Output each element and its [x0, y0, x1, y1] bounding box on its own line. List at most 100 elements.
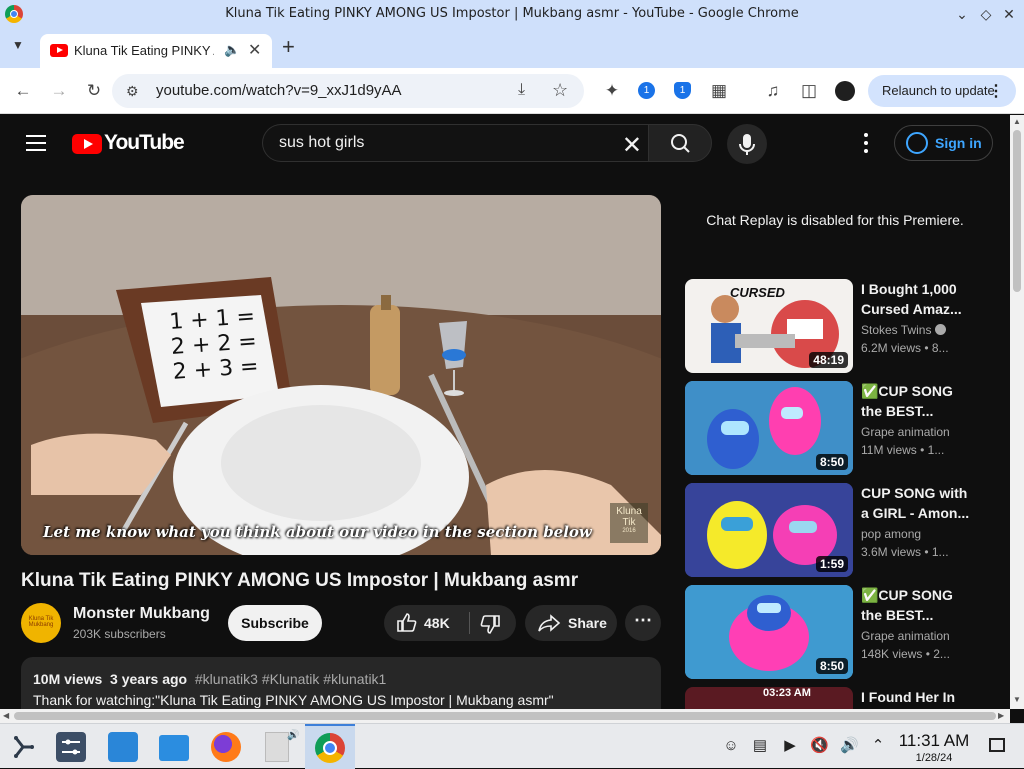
- volume-icon[interactable]: 🔊: [840, 737, 859, 755]
- dislike-button[interactable]: [470, 605, 516, 641]
- tab-search-chevron-icon[interactable]: ▼: [12, 38, 24, 52]
- sign-in-button[interactable]: Sign in: [894, 125, 993, 161]
- vertical-scrollbar[interactable]: ▲ ▼: [1010, 115, 1024, 709]
- bookmark-star-icon[interactable]: ☆: [552, 80, 568, 101]
- like-button[interactable]: 48K: [384, 605, 469, 641]
- channel-avatar[interactable]: Kluna Tik Mukbang: [21, 603, 61, 643]
- media-control-icon[interactable]: ♫: [762, 80, 784, 102]
- youtube-favicon-icon: [50, 44, 68, 57]
- scroll-right-arrow-icon[interactable]: ▶: [998, 711, 1004, 720]
- chrome-menu-icon[interactable]: ⋮: [988, 81, 1004, 101]
- recommendation-title[interactable]: ✅CUP SONG the BEST...: [861, 381, 971, 421]
- channel-name[interactable]: Monster Mukbang: [73, 605, 210, 623]
- more-actions-button[interactable]: ⋯: [625, 605, 661, 641]
- view-count: 10M views: [33, 671, 103, 687]
- side-panel-icon[interactable]: ◫: [798, 80, 820, 102]
- recommendation-thumbnail[interactable]: 03:23 AM: [685, 687, 853, 709]
- channel-watermark[interactable]: Kluna Tik 2016: [610, 503, 648, 543]
- back-arrow-icon[interactable]: ←: [12, 80, 34, 102]
- description-box[interactable]: 10M views 3 years ago #klunatik3 #Klunat…: [21, 657, 661, 709]
- recommendation-item[interactable]: 8:50 ✅CUP SONG the BEST... Grape animati…: [685, 381, 985, 475]
- url-text[interactable]: youtube.com/watch?v=9_xxJ1d9yAA: [156, 82, 402, 99]
- install-app-icon[interactable]: ⤓: [518, 81, 525, 99]
- firefox-icon[interactable]: [211, 732, 241, 762]
- extension-sparkle-icon[interactable]: ✦: [601, 80, 623, 102]
- settings-more-icon[interactable]: [864, 133, 868, 153]
- chrome-icon: [315, 733, 345, 763]
- address-bar[interactable]: ⚙ youtube.com/watch?v=9_xxJ1d9yAA ⤓ ☆: [112, 74, 584, 108]
- muted-speaker-icon[interactable]: 🔇: [810, 737, 829, 755]
- video-duration: 48:19: [809, 352, 848, 368]
- share-button[interactable]: Share: [525, 605, 617, 641]
- tab-youtube[interactable]: Kluna Tik Eating PINKY AMONG US Impostor…: [40, 34, 272, 68]
- user-icon[interactable]: ☺: [722, 737, 740, 755]
- clock-date: 1/28/24: [915, 752, 953, 764]
- extension-badge-1[interactable]: 1: [638, 82, 655, 99]
- youtube-page: YouTube sus hot girls ✕ Sign in 1 + 1 = …: [0, 115, 1010, 709]
- youtube-header: YouTube sus hot girls ✕ Sign in: [0, 115, 1010, 171]
- speaker-icon[interactable]: 🔈: [224, 42, 240, 58]
- clipboard-icon[interactable]: ▤: [751, 737, 769, 755]
- maximize-icon[interactable]: ◇: [976, 4, 996, 24]
- recommendation-item[interactable]: CURSED 48:19 I Bought 1,000 Cursed Amaz.…: [685, 279, 985, 373]
- recommendation-thumbnail[interactable]: 8:50: [685, 381, 853, 475]
- clock[interactable]: 11:31 AM 1/28/24: [896, 731, 972, 764]
- relaunch-to-update-button[interactable]: Relaunch to update ⋮: [868, 75, 1016, 107]
- hashtags[interactable]: #klunatik3 #Klunatik #klunatik1: [195, 671, 386, 687]
- text-editor-icon[interactable]: [265, 732, 289, 762]
- show-desktop-icon[interactable]: [989, 738, 1005, 752]
- clear-search-icon[interactable]: ✕: [622, 131, 642, 160]
- recommendation-title[interactable]: CUP SONG with a GIRL - Amon...: [861, 483, 971, 523]
- recommendation-title[interactable]: ✅CUP SONG the BEST...: [861, 585, 971, 625]
- menu-hamburger-icon[interactable]: [26, 135, 46, 151]
- recommendation-channel[interactable]: Grape animation: [861, 629, 950, 643]
- profile-avatar-icon[interactable]: [835, 81, 855, 101]
- tray-expand-chevron-icon[interactable]: ⌃: [869, 737, 887, 755]
- app-launcher-icon[interactable]: [8, 732, 38, 762]
- media-player-icon[interactable]: ▶: [781, 737, 799, 755]
- youtube-logo-icon[interactable]: [72, 134, 102, 154]
- scroll-up-arrow-icon[interactable]: ▲: [1013, 117, 1021, 126]
- recommendation-thumbnail[interactable]: 1:59: [685, 483, 853, 577]
- horizontal-scrollbar[interactable]: ◀ ▶: [0, 709, 1010, 723]
- recommendation-thumbnail[interactable]: 8:50: [685, 585, 853, 679]
- discover-store-icon[interactable]: [108, 732, 138, 762]
- new-tab-button[interactable]: +: [282, 34, 295, 60]
- system-settings-icon[interactable]: [56, 732, 86, 762]
- file-manager-icon[interactable]: [159, 735, 189, 761]
- recommendation-item[interactable]: 8:50 ✅CUP SONG the BEST... Grape animati…: [685, 585, 985, 679]
- clock-time: 11:31 AM: [898, 731, 970, 750]
- recommendation-channel[interactable]: Grape animation: [861, 425, 950, 439]
- recommendation-item[interactable]: 1:59 CUP SONG with a GIRL - Amon... pop …: [685, 483, 985, 577]
- horizontal-scroll-thumb[interactable]: [14, 712, 996, 720]
- recommendation-title[interactable]: I Found Her In: [861, 687, 971, 707]
- chrome-taskbar-item[interactable]: [305, 724, 355, 769]
- forward-arrow-icon[interactable]: →: [48, 80, 70, 102]
- browser-toolbar: ← → ↻ ⚙ youtube.com/watch?v=9_xxJ1d9yAA …: [0, 68, 1024, 114]
- close-window-icon[interactable]: ✕: [999, 4, 1019, 24]
- close-tab-icon[interactable]: ✕: [248, 40, 261, 60]
- search-button[interactable]: [648, 124, 712, 162]
- recommendation-title[interactable]: I Bought 1,000 Cursed Amaz...: [861, 279, 971, 319]
- minimize-icon[interactable]: ⌄: [952, 4, 972, 24]
- scroll-left-arrow-icon[interactable]: ◀: [3, 711, 9, 720]
- watermark-line1: Kluna: [616, 506, 642, 517]
- reload-icon[interactable]: ↻: [83, 80, 105, 102]
- subscribe-button[interactable]: Subscribe: [228, 605, 322, 641]
- recommendation-channel[interactable]: pop among: [861, 527, 921, 541]
- scroll-down-arrow-icon[interactable]: ▼: [1013, 695, 1021, 704]
- vertical-scroll-thumb[interactable]: [1013, 130, 1021, 292]
- search-input[interactable]: sus hot girls ✕: [262, 124, 650, 162]
- extensions-puzzle-icon[interactable]: ▦: [708, 80, 730, 102]
- site-settings-icon[interactable]: ⚙: [126, 83, 139, 100]
- search-query[interactable]: sus hot girls: [279, 134, 364, 152]
- shield-extension-icon[interactable]: 1: [674, 82, 691, 99]
- recommendation-item[interactable]: 03:23 AM I Found Her In: [685, 687, 985, 709]
- youtube-logo-text[interactable]: YouTube: [104, 131, 185, 155]
- recommendation-stats: 6.2M views • 8...: [861, 341, 949, 355]
- video-player[interactable]: 1 + 1 = 2 + 2 = 2 + 3 = Let me know what…: [21, 195, 661, 555]
- recommendation-thumbnail[interactable]: CURSED 48:19: [685, 279, 853, 373]
- search-icon: [671, 134, 690, 153]
- voice-search-button[interactable]: [727, 124, 767, 164]
- recommendation-channel[interactable]: Stokes Twins: [861, 323, 947, 337]
